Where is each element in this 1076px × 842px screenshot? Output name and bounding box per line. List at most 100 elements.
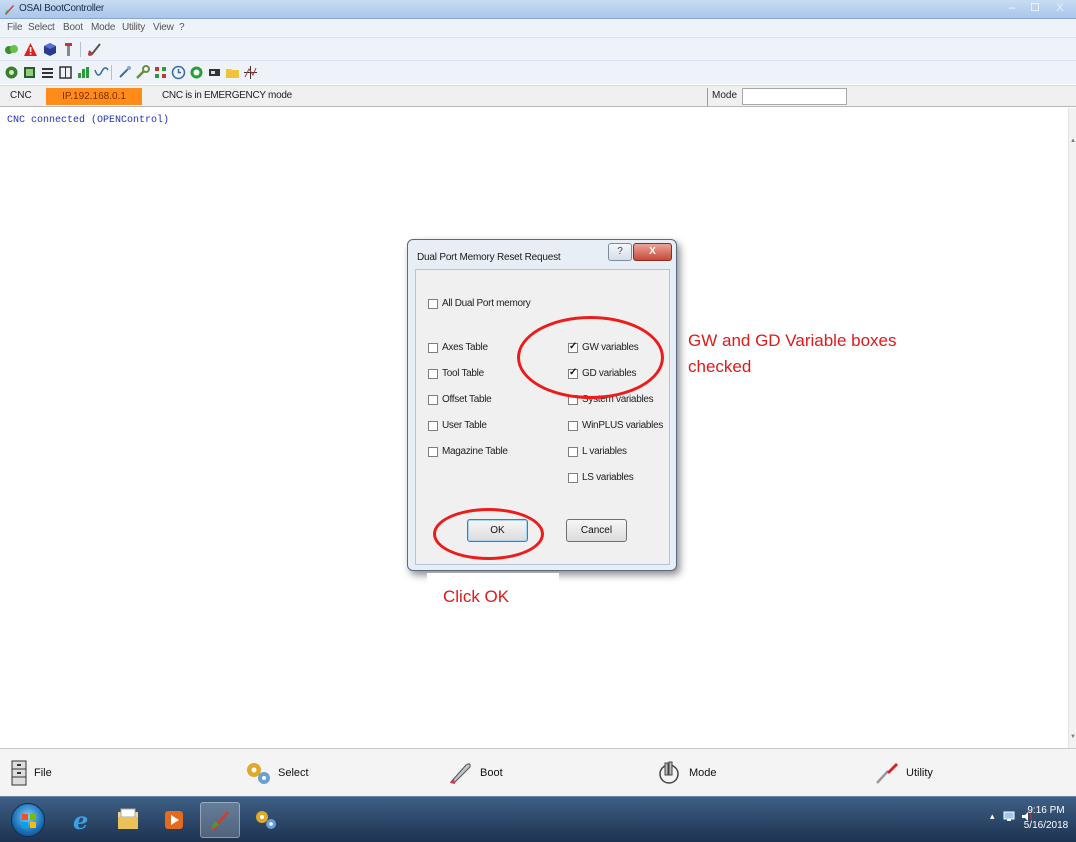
bottom-mode-button[interactable]: Mode: [657, 757, 717, 789]
dialog-close-button[interactable]: X: [633, 243, 672, 261]
dialog-help-button[interactable]: ?: [608, 243, 632, 261]
cnc-label: CNC: [10, 90, 32, 101]
chart-icon[interactable]: [75, 64, 91, 80]
clock-icon[interactable]: [170, 64, 186, 80]
scroll-down-icon[interactable]: ▼: [1069, 734, 1076, 740]
wrench-icon[interactable]: [134, 64, 150, 80]
table-icon[interactable]: [57, 64, 73, 80]
taskbar-select-app[interactable]: [246, 802, 286, 838]
checkbox-box[interactable]: [568, 446, 578, 457]
bottom-select-button[interactable]: Select: [244, 757, 309, 789]
maximize-button[interactable]: ☐: [1024, 1, 1046, 17]
tools-icon[interactable]: [60, 41, 76, 57]
boot-check-icon[interactable]: [86, 41, 102, 57]
toolbar-separator: [80, 42, 81, 57]
bootcontroller-icon: [211, 811, 229, 831]
status-row: CNC IP.192.168.0.1 CNC is in EMERGENCY m…: [0, 85, 1076, 107]
menu-mode[interactable]: Mode: [91, 22, 115, 33]
annotation-ring-gw-gd: [517, 316, 664, 399]
status-divider: [707, 88, 708, 106]
menu-boot[interactable]: Boot: [63, 22, 83, 33]
checkbox-magazine-table[interactable]: Magazine Table: [428, 446, 508, 457]
checkbox-box[interactable]: [428, 394, 438, 405]
checkbox-winplus-variables[interactable]: WinPLUS variables: [568, 420, 663, 431]
clock-date: 5/16/2018: [1023, 820, 1069, 831]
minimize-button[interactable]: –: [1001, 1, 1023, 17]
file-cabinet-icon: [11, 760, 27, 786]
checkbox-box[interactable]: [568, 472, 578, 483]
menu-view[interactable]: View: [153, 22, 174, 33]
list-icon[interactable]: [39, 64, 55, 80]
bottom-utility-button[interactable]: Utility: [874, 757, 933, 789]
scroll-up-icon[interactable]: ▲: [1069, 138, 1076, 144]
checkbox-user-table[interactable]: User Table: [428, 420, 487, 431]
windows-logo-icon: [22, 814, 36, 828]
checkbox-label: LS variables: [582, 472, 634, 483]
taskbar-file-explorer[interactable]: [108, 802, 148, 838]
memory-icon[interactable]: [21, 64, 37, 80]
tray-expand-icon[interactable]: ▴: [990, 811, 995, 821]
card-icon[interactable]: [206, 64, 222, 80]
checkbox-box[interactable]: [568, 420, 578, 431]
checkbox-label: Offset Table: [442, 394, 492, 405]
cancel-button[interactable]: Cancel: [566, 519, 627, 542]
checkbox-label: All Dual Port memory: [442, 298, 531, 309]
cube-icon[interactable]: [41, 41, 57, 57]
grid-icon[interactable]: [152, 64, 168, 80]
connect-icon[interactable]: [3, 41, 19, 57]
checkbox-tool-table[interactable]: Tool Table: [428, 368, 484, 379]
gear-icon[interactable]: [3, 64, 19, 80]
taskbar-clock[interactable]: 9:16 PM 5/16/2018: [1021, 803, 1071, 833]
menu-file[interactable]: File: [7, 22, 23, 33]
folder-icon: [118, 808, 138, 829]
bottom-boot-button[interactable]: Boot: [446, 757, 503, 789]
app-icon: [5, 5, 14, 15]
gears-icon: [247, 763, 270, 784]
wave-icon[interactable]: [93, 64, 109, 80]
taskbar-bootcontroller[interactable]: [200, 802, 240, 838]
checkbox-box[interactable]: [428, 420, 438, 431]
checkbox-label: Axes Table: [442, 342, 488, 353]
toolbar-separator: [111, 65, 112, 80]
dialog-title: Dual Port Memory Reset Request: [417, 252, 561, 263]
probe-icon[interactable]: [116, 64, 132, 80]
checkbox-offset-table[interactable]: Offset Table: [428, 394, 492, 405]
checkbox-label: Tool Table: [442, 368, 484, 379]
hand-icon: [659, 761, 679, 784]
clock-time: 9:16 PM: [1027, 805, 1065, 816]
internet-explorer-icon: e: [73, 807, 88, 833]
network-icon[interactable]: [1003, 811, 1015, 822]
toolbar-main: [0, 37, 1076, 60]
taskbar-media-player[interactable]: [154, 802, 194, 838]
checkbox-label: Magazine Table: [442, 446, 508, 457]
taskbar-internet-explorer[interactable]: e: [62, 802, 102, 838]
menu-select[interactable]: Select: [28, 22, 55, 33]
warning-icon[interactable]: [22, 41, 38, 57]
annotation-ring-ok: [433, 508, 544, 560]
menu-utility[interactable]: Utility: [122, 22, 145, 33]
plot-icon[interactable]: [242, 64, 258, 80]
checkbox-l-variables[interactable]: L variables: [568, 446, 627, 457]
checkbox-box[interactable]: [428, 446, 438, 457]
bottom-mode-label: Mode: [689, 767, 717, 779]
checkbox-all-dual-port-memory[interactable]: All Dual Port memory: [428, 298, 531, 309]
close-button[interactable]: X: [1047, 1, 1073, 17]
console-scrollbar[interactable]: ▲ ▼: [1068, 108, 1076, 748]
checkbox-box[interactable]: [428, 342, 438, 353]
folder-icon[interactable]: [224, 64, 240, 80]
bottom-select-label: Select: [278, 767, 309, 779]
checkbox-box[interactable]: [428, 368, 438, 379]
toolbar-secondary: [0, 60, 1076, 84]
svg-text:e: e: [73, 807, 88, 833]
bottom-button-bar: File Select Boot Mode Utility: [0, 748, 1076, 796]
sensor-icon[interactable]: [188, 64, 204, 80]
media-player-icon: [165, 811, 183, 829]
menu-help[interactable]: ?: [179, 22, 185, 33]
rocket-icon: [450, 763, 471, 784]
bottom-file-button[interactable]: File: [10, 757, 52, 789]
checkbox-ls-variables[interactable]: LS variables: [568, 472, 634, 483]
checkbox-axes-table[interactable]: Axes Table: [428, 342, 488, 353]
bottom-file-label: File: [34, 767, 52, 779]
checkbox-box[interactable]: [428, 298, 438, 309]
start-button[interactable]: [11, 803, 45, 837]
